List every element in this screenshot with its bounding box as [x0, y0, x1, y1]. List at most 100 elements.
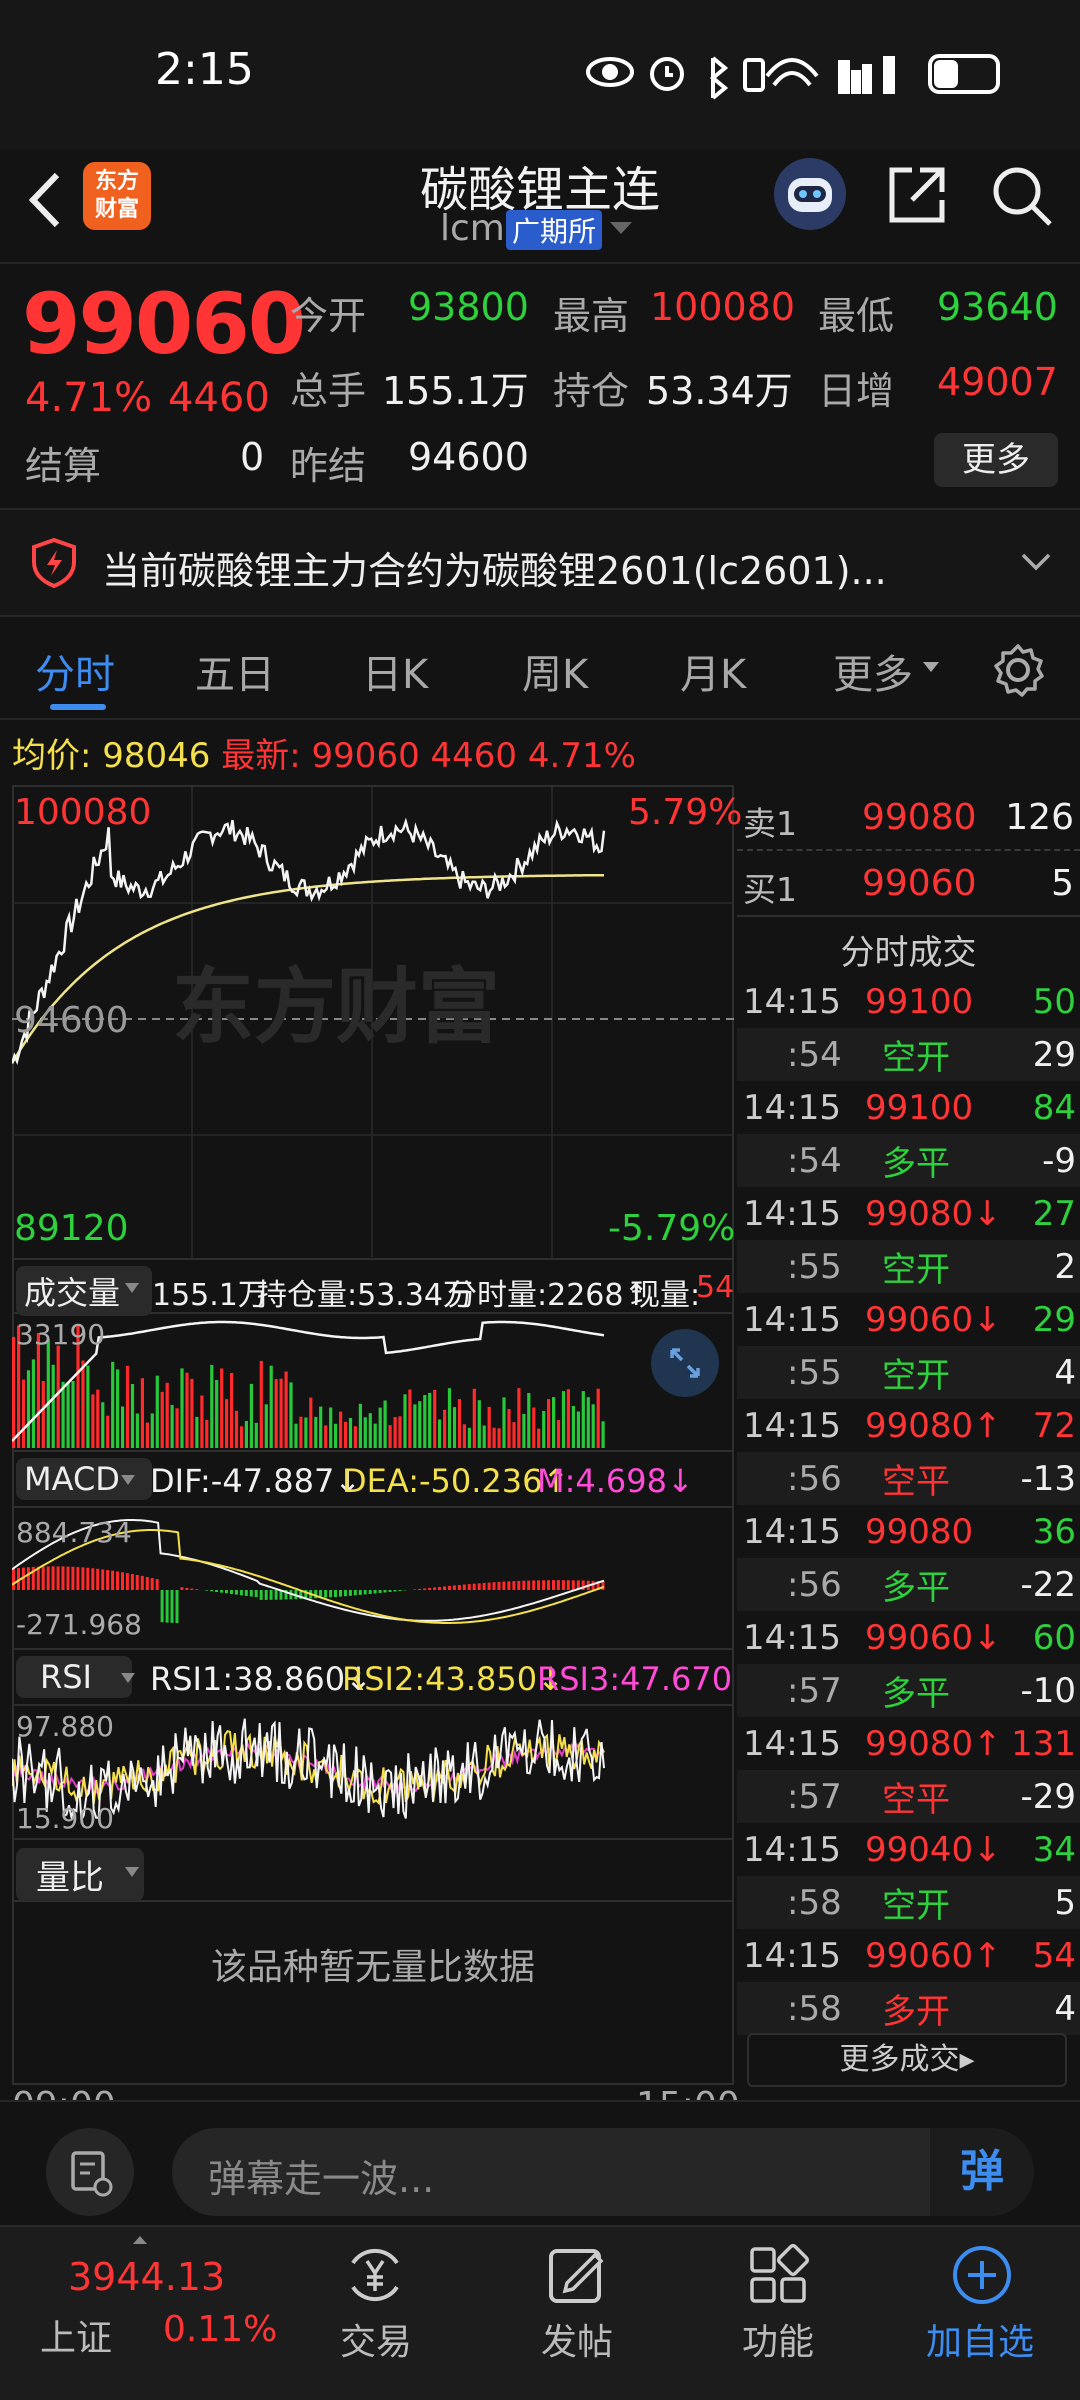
nav-add-watchlist[interactable]: 加自选: [926, 2313, 1034, 2365]
trade-net: -9: [1042, 1140, 1076, 1181]
macd-bar: [175, 1590, 179, 1624]
chevron-down-icon[interactable]: [608, 218, 634, 238]
volume-bar: [160, 1391, 164, 1448]
volume-bar: [368, 1413, 372, 1448]
sell1-qty: 126: [1005, 797, 1074, 838]
trade-second: :55: [787, 1352, 842, 1393]
rsi-bottom-label: 15.900: [16, 1802, 114, 1835]
macd-bar: [41, 1566, 45, 1590]
macd-bar: [230, 1590, 233, 1594]
trade-volume: 27: [1032, 1193, 1076, 1234]
volume-bar: [220, 1368, 224, 1448]
expand-icon[interactable]: [650, 1328, 720, 1398]
volume-bar: [259, 1360, 263, 1448]
comment-input[interactable]: 弹幕走一波... 弹: [172, 2128, 1034, 2216]
trade-time: 14:15: [743, 1087, 841, 1128]
trade-second: :55: [787, 1246, 842, 1287]
daily-inc-value: 49007: [937, 360, 1058, 404]
macd-bar: [418, 1588, 422, 1590]
tab-five-day[interactable]: 五日: [195, 642, 275, 700]
volume-bar: [190, 1378, 194, 1448]
header: 东方 财富 碳酸锂主连 lcm 广期所: [0, 150, 1080, 260]
status-time: 2:15: [155, 44, 254, 95]
trade-second: :58: [787, 1988, 842, 2029]
macd-header: MACD DIF:-47.887↓ DEA:-50.236↑ M:4.698↓: [12, 1450, 734, 1508]
trade-kind: 多平: [882, 1144, 950, 1184]
macd-bar: [413, 1589, 417, 1590]
nav-post[interactable]: 发帖: [541, 2313, 613, 2365]
more-trades-button[interactable]: 更多成交▸: [747, 2033, 1067, 2087]
rsi-chart[interactable]: [12, 1708, 734, 1838]
trade-price: 99040↓: [865, 1829, 1002, 1870]
volume-bar: [512, 1422, 516, 1448]
nav-trade[interactable]: 交易: [340, 2313, 412, 2365]
trade-time: 14:15: [743, 1829, 841, 1870]
macd-bar: [522, 1580, 526, 1590]
macd-bar: [91, 1568, 95, 1590]
notice-bar[interactable]: 当前碳酸锂主力合约为碳酸锂2601(lc2601)...: [0, 510, 1080, 615]
latest-pct: 4.71%: [527, 736, 636, 776]
macd-bar: [378, 1590, 382, 1593]
volume-bar: [299, 1416, 303, 1448]
volume-bar: [353, 1426, 357, 1448]
post-icon[interactable]: [545, 2243, 609, 2307]
volume-bar: [527, 1393, 531, 1448]
volume-bar: [319, 1406, 323, 1448]
macd-bar: [215, 1590, 219, 1592]
trade-icon[interactable]: [343, 2243, 407, 2307]
index-pct[interactable]: 0.11%: [163, 2309, 277, 2350]
volume-bar: [274, 1379, 278, 1448]
tab-intraday[interactable]: 分时: [35, 642, 115, 700]
trade-price: 99100: [865, 1087, 974, 1128]
volume-bar: [130, 1384, 135, 1448]
macd-bar: [542, 1580, 546, 1590]
trade-time: 14:15: [743, 1405, 841, 1446]
rsi-indicator-select[interactable]: RSI: [16, 1656, 132, 1698]
index-value[interactable]: 3944.13: [68, 2255, 225, 2299]
notice-text: 当前碳酸锂主力合约为碳酸锂2601(lc2601)...: [102, 549, 887, 593]
volume-bar: [358, 1403, 362, 1448]
send-danmaku-button[interactable]: 弹: [930, 2128, 1034, 2216]
tab-weekly-k[interactable]: 周K: [522, 642, 588, 700]
nav-functions[interactable]: 功能: [742, 2313, 814, 2365]
volume-bar: [314, 1416, 318, 1448]
robot-assistant-icon[interactable]: [770, 154, 850, 234]
volume-bar: [180, 1368, 184, 1448]
share-icon[interactable]: [886, 164, 948, 226]
volume-chart[interactable]: [12, 1316, 734, 1448]
tab-monthly-k[interactable]: 月K: [680, 642, 746, 700]
volume-value: 155.1万: [382, 369, 529, 413]
volume-bar: [294, 1423, 298, 1448]
tab-more[interactable]: 更多: [833, 642, 913, 700]
trade-net: -10: [1020, 1670, 1076, 1711]
macd-bar: [259, 1590, 263, 1600]
volume-bar: [329, 1407, 333, 1448]
trade-volume: 72: [1032, 1405, 1076, 1446]
trades-list: 14:15 99100 50:54 空开 29 14:15 99100 84:54 多平 -9 14…: [737, 975, 1080, 2035]
danmaku-settings-icon[interactable]: [45, 2127, 135, 2217]
volume-bar: [467, 1427, 471, 1448]
daily-inc-label: 日增: [818, 369, 895, 413]
search-icon[interactable]: [990, 164, 1054, 228]
tab-daily-k[interactable]: 日K: [362, 642, 428, 700]
macd-bar: [180, 1587, 184, 1590]
more-quote-button[interactable]: 更多: [934, 433, 1058, 487]
macd-bar: [353, 1590, 357, 1596]
trade-time: 14:15: [743, 1193, 841, 1234]
macd-bar: [462, 1584, 466, 1590]
macd-bar: [324, 1590, 328, 1598]
volume-bar: [383, 1400, 387, 1448]
index-name[interactable]: 上证: [40, 2309, 112, 2361]
open-label: 今开: [290, 294, 367, 338]
chevron-down-icon[interactable]: [1020, 552, 1052, 572]
contract-code: lcm: [440, 208, 505, 249]
functions-icon[interactable]: [746, 2243, 810, 2307]
avg-value: 98046: [102, 736, 211, 776]
volume-bar: [21, 1379, 26, 1448]
add-watchlist-icon[interactable]: [950, 2243, 1014, 2307]
settings-icon[interactable]: [990, 642, 1046, 698]
macd-bar: [457, 1585, 461, 1590]
volume-bar: [31, 1359, 35, 1448]
trade-price: 99060↓: [865, 1617, 1002, 1658]
volume-bar: [96, 1389, 100, 1448]
